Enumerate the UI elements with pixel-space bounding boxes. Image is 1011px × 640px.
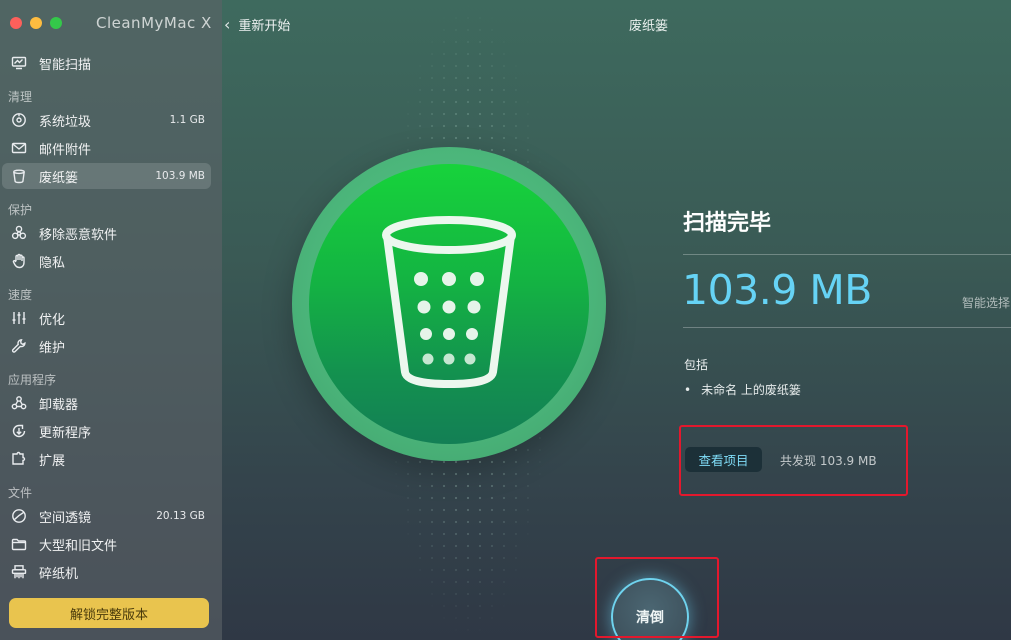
sidebar-item-label: 空间透镜 (39, 510, 92, 526)
hand-icon (9, 251, 29, 271)
include-item-text: 未命名 上的废纸篓 (701, 383, 801, 397)
lens-icon (9, 506, 29, 526)
sidebar-item-size: 20.13 GB (156, 510, 205, 522)
found-total-text: 共发现 103.9 MB (780, 454, 877, 468)
divider (683, 254, 1011, 255)
app-window: CleanMyMac X 智能扫描 清理 系统垃圾 1.1 GB 邮件附件 废纸… (0, 0, 1011, 640)
sidebar-item-mail-attachments[interactable]: 邮件附件 (2, 135, 211, 161)
smart-select-label: 智能选择 (962, 296, 1011, 310)
sidebar-item-maintenance[interactable]: 维护 (2, 333, 211, 359)
sidebar-item-shredder[interactable]: 碎纸机 (2, 559, 211, 585)
biohazard-icon (9, 223, 29, 243)
sidebar-item-size: 1.1 GB (169, 114, 205, 126)
sidebar-item-system-junk[interactable]: 系统垃圾 1.1 GB (2, 107, 211, 133)
sidebar-item-large-old-files[interactable]: 大型和旧文件 (2, 531, 211, 557)
sidebar-item-label: 移除恶意软件 (39, 227, 118, 243)
sidebar-item-label: 优化 (39, 312, 66, 328)
minimize-window-button[interactable] (30, 17, 42, 29)
trash-badge (292, 147, 606, 461)
monitor-scan-icon (9, 53, 29, 73)
view-items-button[interactable]: 查看项目 (685, 447, 762, 472)
extension-icon (9, 449, 29, 469)
update-icon (9, 421, 29, 441)
sidebar-item-extensions[interactable]: 扩展 (2, 446, 211, 472)
zoom-window-button[interactable] (50, 17, 62, 29)
section-speed: 速度 (8, 288, 33, 302)
total-size-value: 103.9 MB (682, 266, 872, 314)
section-cleanup: 清理 (8, 90, 33, 104)
trash-badge-inner (309, 164, 589, 444)
divider (683, 327, 1011, 328)
highlight-box-clean (595, 557, 719, 638)
sidebar-item-label: 智能扫描 (39, 57, 92, 73)
section-files: 文件 (8, 486, 33, 500)
sidebar-item-privacy[interactable]: 隐私 (2, 248, 211, 274)
trash-icon (9, 166, 29, 186)
sidebar-item-label: 更新程序 (39, 425, 92, 441)
sidebar-item-label: 碎纸机 (39, 566, 79, 582)
close-window-button[interactable] (10, 17, 22, 29)
sidebar: CleanMyMac X 智能扫描 清理 系统垃圾 1.1 GB 邮件附件 废纸… (0, 0, 222, 640)
sidebar-item-label: 扩展 (39, 453, 66, 469)
sidebar-item-label: 邮件附件 (39, 142, 92, 158)
sidebar-item-label: 大型和旧文件 (39, 538, 118, 554)
chevron-left-icon: ‹ (224, 15, 231, 34)
section-apps: 应用程序 (8, 373, 57, 387)
sidebar-item-updater[interactable]: 更新程序 (2, 418, 211, 444)
sidebar-item-optimization[interactable]: 优化 (2, 305, 211, 331)
app-title: CleanMyMac X (96, 14, 212, 32)
disk-icon (9, 110, 29, 130)
shredder-icon (9, 562, 29, 582)
sidebar-item-malware-removal[interactable]: 移除恶意软件 (2, 220, 211, 246)
sidebar-item-size: 103.9 MB (155, 170, 205, 182)
includes-label: 包括 (684, 358, 709, 372)
large-trash-icon (382, 216, 516, 388)
bullet: • (684, 383, 692, 397)
include-list-item: • 未命名 上的废纸篓 (684, 381, 801, 398)
sidebar-item-label: 维护 (39, 340, 66, 356)
uninstaller-icon (9, 393, 29, 413)
sidebar-item-label: 系统垃圾 (39, 114, 92, 130)
sliders-icon (9, 308, 29, 328)
scan-complete-heading: 扫描完毕 (683, 211, 772, 236)
mail-icon (9, 138, 29, 158)
folder-icon (9, 534, 29, 554)
sidebar-item-uninstaller[interactable]: 卸载器 (2, 390, 211, 416)
back-button-label: 重新开始 (238, 19, 291, 34)
back-button[interactable]: ‹ 重新开始 (222, 15, 290, 34)
page-title: 废纸篓 (629, 19, 669, 34)
sidebar-item-label: 废纸篓 (39, 170, 79, 186)
sidebar-item-smart-scan[interactable]: 智能扫描 (2, 50, 211, 76)
sidebar-item-label: 隐私 (39, 255, 66, 271)
section-protect: 保护 (8, 203, 33, 217)
wrench-icon (9, 336, 29, 356)
unlock-full-version-button[interactable]: 解锁完整版本 (9, 598, 209, 628)
sidebar-item-label: 卸载器 (39, 397, 79, 413)
sidebar-item-trash[interactable]: 废纸篓 103.9 MB (2, 163, 211, 189)
sidebar-item-space-lens[interactable]: 空间透镜 20.13 GB (2, 503, 211, 529)
window-controls (10, 17, 62, 29)
